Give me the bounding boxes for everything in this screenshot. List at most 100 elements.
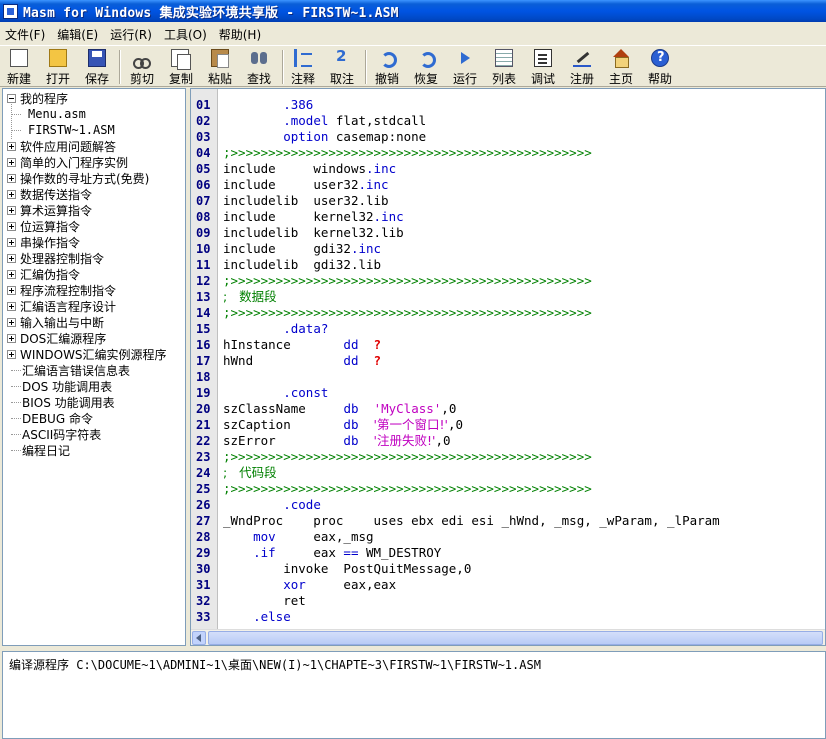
expand-icon[interactable] [7, 333, 16, 343]
open-button[interactable]: 打开 [44, 46, 72, 88]
uncomment-button[interactable]: 取注 [328, 46, 356, 88]
code-line[interactable]: 22 szError db '注册失败!',0 [191, 433, 825, 449]
tree-item[interactable]: 汇编伪指令 [3, 266, 80, 282]
tree-item[interactable]: 软件应用问题解答 [3, 138, 116, 154]
tree-item[interactable]: 汇编语言程序设计 [3, 298, 116, 314]
tree-leaf[interactable]: DOS 功能调用表 [3, 378, 112, 394]
tree-item[interactable]: 操作数的寻址方式(免费) [3, 170, 149, 186]
menu-tools[interactable]: 工具(O) [159, 26, 214, 43]
scroll-left-arrow-icon[interactable] [192, 631, 206, 645]
home-button[interactable]: 主页 [607, 46, 635, 88]
expand-icon[interactable] [7, 221, 16, 231]
code-line[interactable]: 11 includelib gdi32.lib [191, 257, 825, 273]
code-line[interactable]: 28 mov eax,_msg [191, 529, 825, 545]
code-line[interactable]: 33 .else [191, 609, 825, 625]
code-line[interactable]: 24; 代码段 [191, 465, 825, 481]
code-line[interactable]: 30 invoke PostQuitMessage,0 [191, 561, 825, 577]
copy-button[interactable]: 复制 [167, 46, 195, 88]
tree-leaf[interactable]: BIOS 功能调用表 [3, 394, 115, 410]
expand-icon[interactable] [7, 349, 16, 359]
code-line[interactable]: 32 ret [191, 593, 825, 609]
code-line[interactable]: 03 option casemap:none [191, 129, 825, 145]
tree-item[interactable]: 算术运算指令 [3, 202, 92, 218]
menu-run[interactable]: 运行(R) [105, 26, 159, 43]
tree-item-my-programs[interactable]: 我的程序 [3, 90, 68, 106]
register-button[interactable]: 注册 [568, 46, 596, 88]
find-button[interactable]: 查找 [245, 46, 273, 88]
tree-item[interactable]: 程序流程控制指令 [3, 282, 116, 298]
code-line[interactable]: 19 .const [191, 385, 825, 401]
new-button[interactable]: 新建 [5, 46, 33, 88]
code-line[interactable]: 13; 数据段 [191, 289, 825, 305]
tree-leaf[interactable]: 汇编语言错误信息表 [3, 362, 130, 378]
expand-icon[interactable] [7, 157, 16, 167]
run-button[interactable]: 运行 [451, 46, 479, 88]
menu-file[interactable]: 文件(F) [0, 26, 52, 43]
tree-item[interactable]: 处理器控制指令 [3, 250, 104, 266]
comment-button[interactable]: 注释 [289, 46, 317, 88]
tree-item[interactable]: 串操作指令 [3, 234, 80, 250]
code-line[interactable]: 18 [191, 369, 825, 385]
code-line[interactable]: 12 ;>>>>>>>>>>>>>>>>>>>>>>>>>>>>>>>>>>>>>… [191, 273, 825, 289]
title-bar[interactable]: Masm for Windows 集成实验环境共享版 - FIRSTW~1.AS… [0, 0, 826, 22]
tree-item[interactable]: 输入输出与中断 [3, 314, 104, 330]
expand-icon[interactable] [7, 285, 16, 295]
expand-icon[interactable] [7, 301, 16, 311]
output-panel[interactable]: 编译源程序 C:\DOCUME~1\ADMINI~1\桌面\NEW(I)~1\C… [2, 651, 826, 739]
code-line[interactable]: 08 include kernel32.inc [191, 209, 825, 225]
code-line[interactable]: 09 includelib kernel32.lib [191, 225, 825, 241]
expand-icon[interactable] [7, 237, 16, 247]
list-button[interactable]: 列表 [490, 46, 518, 88]
code-line[interactable]: 21 szCaption db '第一个窗口!',0 [191, 417, 825, 433]
tree-item[interactable]: 简单的入门程序实例 [3, 154, 128, 170]
tree-item[interactable]: 数据传送指令 [3, 186, 92, 202]
code-line[interactable]: 02 .model flat,stdcall [191, 113, 825, 129]
code-line[interactable]: 16 hInstance dd ? [191, 337, 825, 353]
menu-edit[interactable]: 编辑(E) [52, 26, 105, 43]
code-line[interactable]: 05 include windows.inc [191, 161, 825, 177]
code-line[interactable]: 29 .if eax == WM_DESTROY [191, 545, 825, 561]
code-line[interactable]: 23 ;>>>>>>>>>>>>>>>>>>>>>>>>>>>>>>>>>>>>>… [191, 449, 825, 465]
debug-button[interactable]: 调试 [529, 46, 557, 88]
tree-item-file[interactable]: Menu.asm [11, 106, 86, 122]
expand-icon[interactable] [7, 269, 16, 279]
expand-icon[interactable] [7, 205, 16, 215]
menu-help[interactable]: 帮助(H) [214, 26, 268, 43]
tree-item[interactable]: DOS汇编源程序 [3, 330, 106, 346]
code-line[interactable]: 31 xor eax,eax [191, 577, 825, 593]
expand-icon[interactable] [7, 253, 16, 263]
cut-button[interactable]: 剪切 [128, 46, 156, 88]
redo-button[interactable]: 恢复 [412, 46, 440, 88]
save-button[interactable]: 保存 [83, 46, 111, 88]
tree-item-file[interactable]: FIRSTW~1.ASM [11, 122, 115, 138]
expand-icon[interactable] [7, 173, 16, 183]
expand-icon[interactable] [7, 317, 16, 327]
code-editor[interactable]: 01 .386 02 .model flat,stdcall 03 option… [190, 88, 826, 646]
paste-button[interactable]: 粘贴 [206, 46, 234, 88]
tree-item[interactable]: WINDOWS汇编实例源程序 [3, 346, 167, 362]
tree-leaf[interactable]: ASCII码字符表 [3, 426, 101, 442]
code-line[interactable]: 14 ;>>>>>>>>>>>>>>>>>>>>>>>>>>>>>>>>>>>>>… [191, 305, 825, 321]
code-line[interactable]: 15 .data? [191, 321, 825, 337]
scrollbar-thumb[interactable] [208, 631, 823, 645]
program-tree[interactable]: 我的程序 Menu.asm FIRSTW~1.ASM 软件应用问题解答 简单的入… [2, 88, 186, 646]
code-line[interactable]: 10 include gdi32.inc [191, 241, 825, 257]
code-line[interactable]: 07 includelib user32.lib [191, 193, 825, 209]
code-line[interactable]: 20 szClassName db 'MyClass',0 [191, 401, 825, 417]
horizontal-scrollbar[interactable] [191, 629, 825, 645]
tree-leaf[interactable]: 编程日记 [3, 442, 70, 458]
expand-icon[interactable] [7, 141, 16, 151]
code-line[interactable]: 01 .386 [191, 97, 825, 113]
tree-leaf[interactable]: DEBUG 命令 [3, 410, 93, 426]
app-icon[interactable] [3, 3, 18, 19]
code-line[interactable]: 17 hWnd dd ? [191, 353, 825, 369]
undo-button[interactable]: 撤销 [373, 46, 401, 88]
code-line[interactable]: 26 .code [191, 497, 825, 513]
code-line[interactable]: 04 ;>>>>>>>>>>>>>>>>>>>>>>>>>>>>>>>>>>>>>… [191, 145, 825, 161]
tree-item[interactable]: 位运算指令 [3, 218, 80, 234]
code-line[interactable]: 27 _WndProc proc uses ebx edi esi _hWnd, … [191, 513, 825, 529]
code-line[interactable]: 25 ;>>>>>>>>>>>>>>>>>>>>>>>>>>>>>>>>>>>>>… [191, 481, 825, 497]
help-button[interactable]: 帮助 [646, 46, 674, 88]
collapse-icon[interactable] [7, 93, 16, 103]
code-line[interactable]: 06 include user32.inc [191, 177, 825, 193]
